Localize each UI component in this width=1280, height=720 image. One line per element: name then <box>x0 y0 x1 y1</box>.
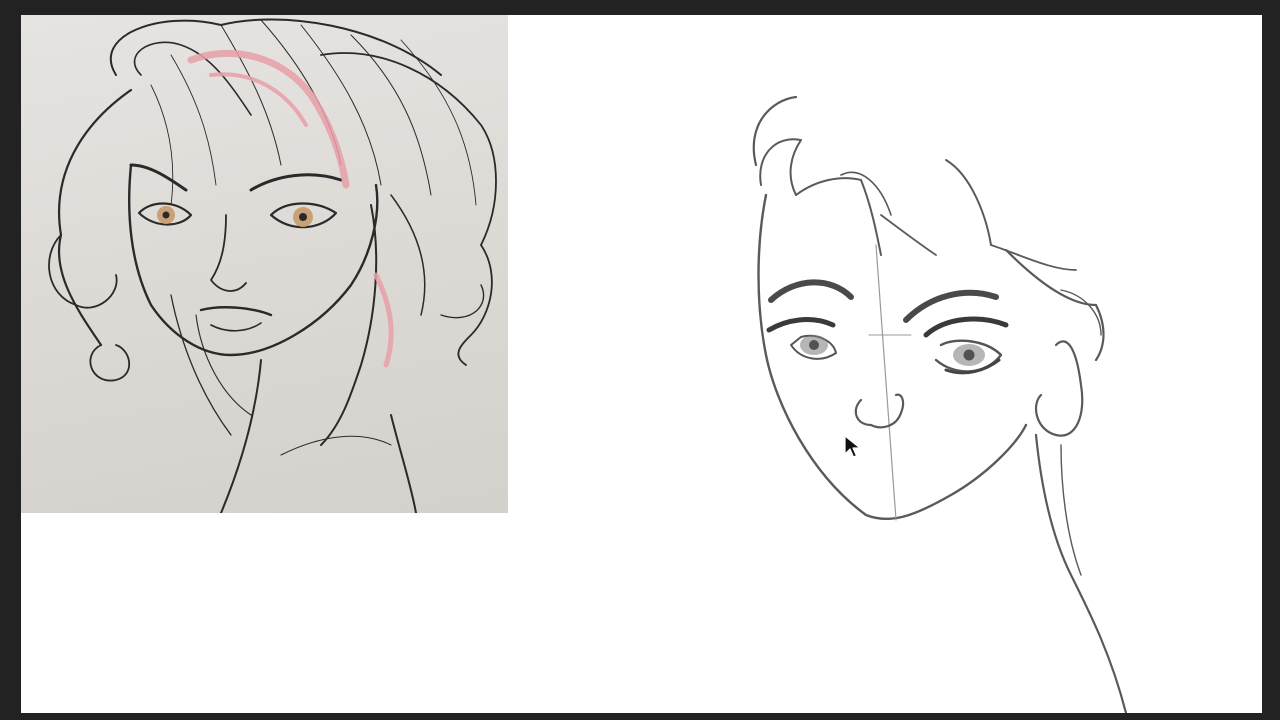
arrow-pointer-icon <box>844 435 864 459</box>
drawing-canvas[interactable] <box>21 15 1262 713</box>
app-frame <box>0 0 1280 720</box>
face-sketch-drawing <box>752 95 1128 713</box>
sketch-layer[interactable] <box>21 15 1262 713</box>
